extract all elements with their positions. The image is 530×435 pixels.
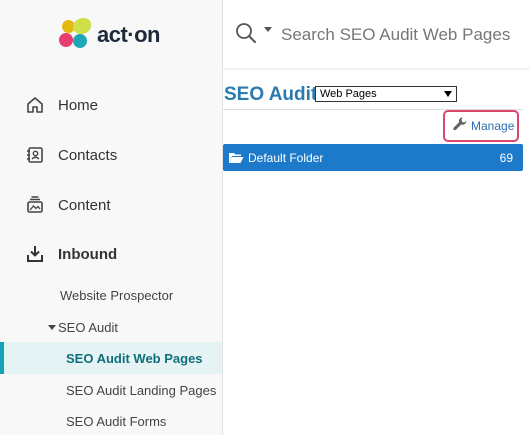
logo-mark-icon [59, 18, 93, 52]
folder-open-icon [228, 151, 244, 169]
sidebar-item-label: Home [58, 96, 99, 114]
sidebar-item-label: Contacts [58, 146, 118, 164]
brand-name: act·on [97, 22, 161, 47]
manage-button[interactable]: Manage [443, 110, 519, 142]
view-type-select-value: Web Pages [320, 88, 377, 100]
search-input[interactable] [279, 20, 523, 50]
sidebar-subitem-seo-audit-forms[interactable]: SEO Audit Forms [66, 414, 166, 429]
sidebar-item-inbound[interactable]: Inbound [24, 242, 117, 266]
contacts-icon [24, 144, 46, 166]
caret-down-icon [48, 325, 56, 330]
page-title: SEO Audit [224, 84, 318, 105]
act-on-logo[interactable]: act·on [59, 18, 161, 52]
folder-count: 69 [499, 151, 513, 165]
sidebar-subitem-seo-audit-landing-pages[interactable]: SEO Audit Landing Pages [66, 383, 216, 398]
search-scope-dropdown-icon[interactable] [264, 27, 272, 32]
manage-button-label: Manage [471, 119, 515, 133]
inbound-icon [24, 243, 46, 265]
sidebar: act·on Home Contacts Content Inbound Web… [0, 0, 223, 435]
sidebar-item-contacts[interactable]: Contacts [24, 143, 117, 167]
sidebar-subitem-website-prospector[interactable]: Website Prospector [60, 288, 173, 303]
sidebar-subitem-seo-audit[interactable]: SEO Audit [48, 320, 118, 335]
sidebar-item-label: Inbound [58, 245, 118, 263]
chevron-down-icon [444, 91, 452, 97]
top-search-bar [223, 0, 530, 69]
sidebar-item-label: Content [58, 196, 111, 214]
view-type-select[interactable]: Web Pages [315, 86, 457, 102]
sidebar-item-home[interactable]: Home [24, 93, 98, 117]
sidebar-item-content[interactable]: Content [24, 193, 111, 217]
content-icon [24, 194, 46, 216]
sidebar-subitem-label: SEO Audit [58, 320, 118, 335]
folder-name: Default Folder [248, 151, 324, 165]
wrench-icon [452, 116, 468, 137]
sidebar-subitem-label: SEO Audit Web Pages [66, 351, 203, 366]
search-icon[interactable] [235, 22, 257, 49]
folder-row-default[interactable]: Default Folder 69 [223, 144, 523, 171]
sidebar-subitem-seo-audit-web-pages[interactable]: SEO Audit Web Pages [0, 342, 222, 374]
home-icon [24, 94, 46, 116]
